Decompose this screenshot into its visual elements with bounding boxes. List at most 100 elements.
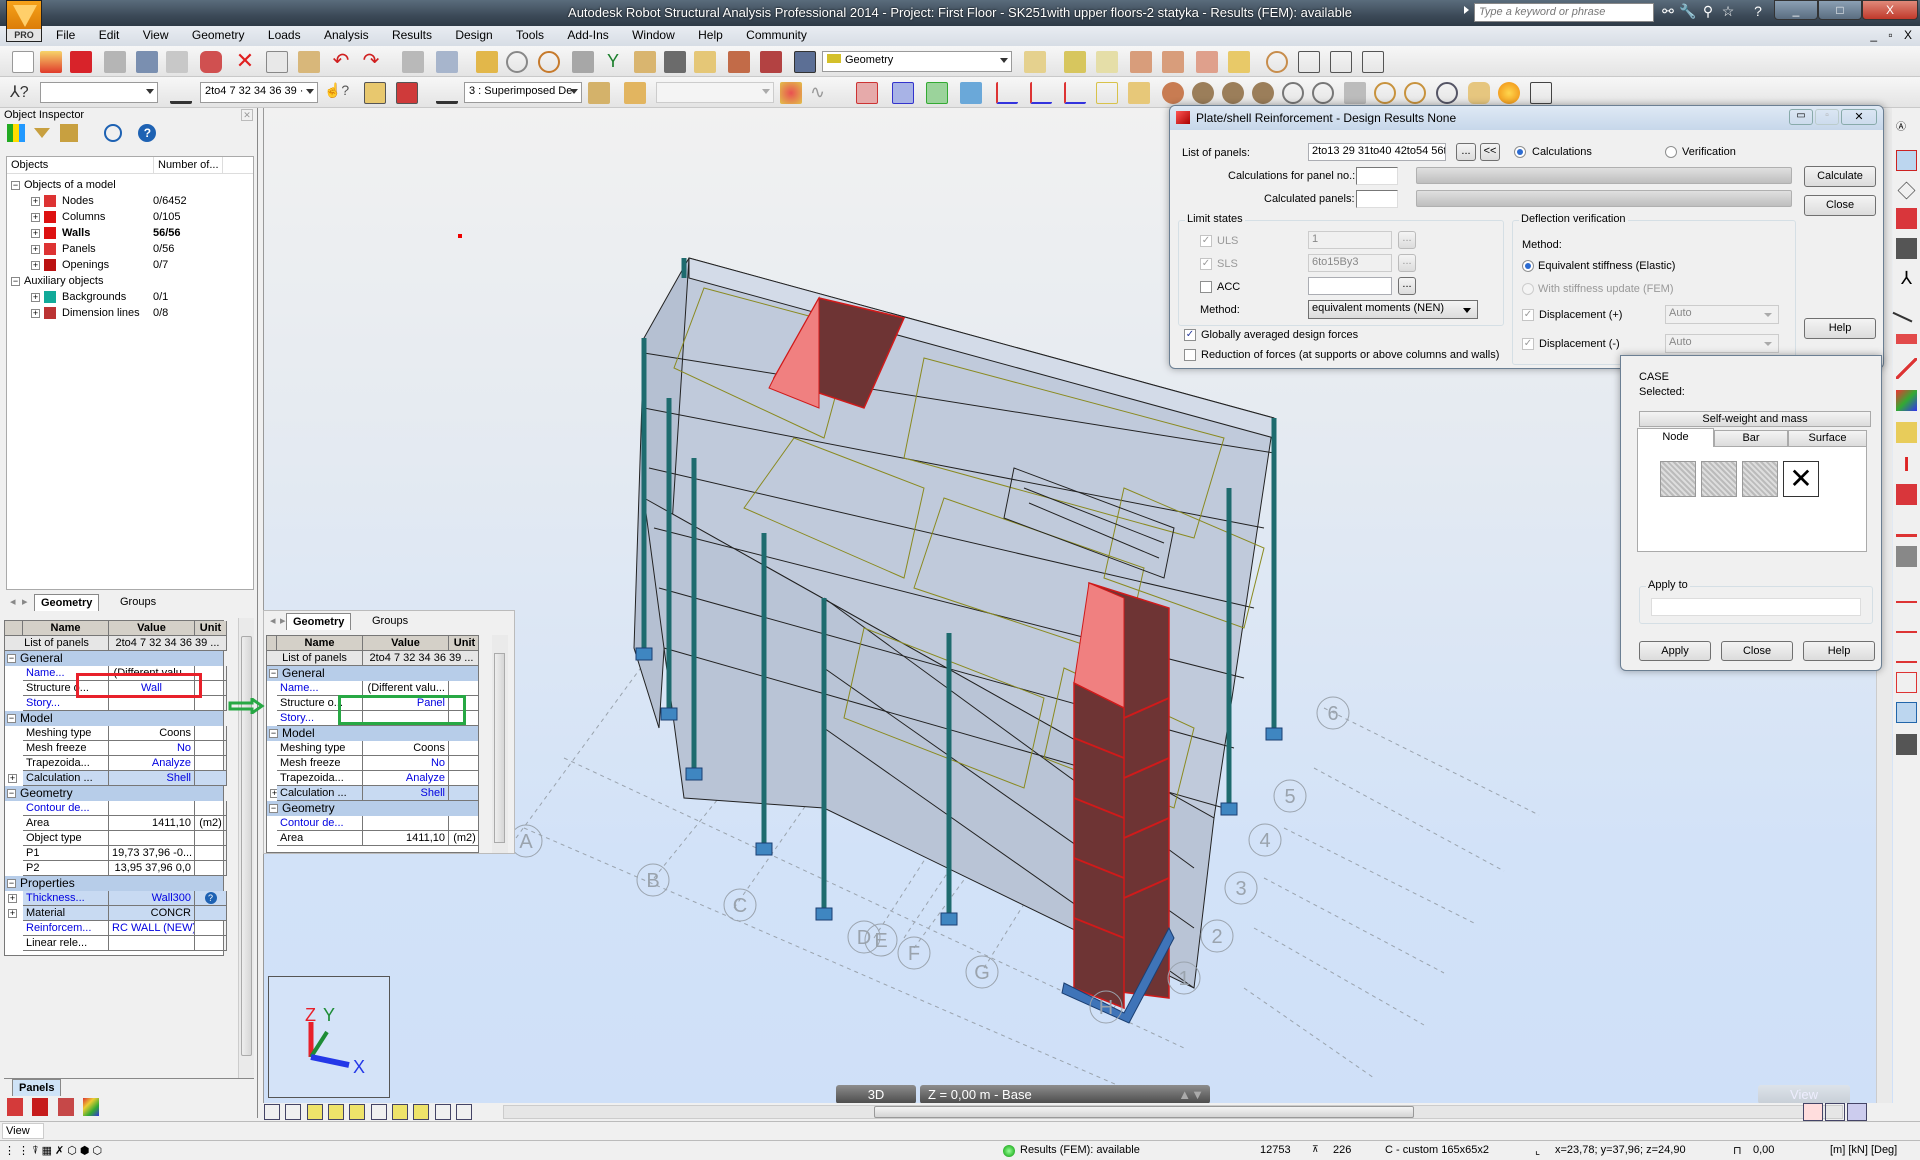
level-arrows-icon[interactable]: ▲▼ <box>1178 1085 1204 1104</box>
reduction-of-forces-checkbox[interactable] <box>1184 349 1196 361</box>
supports-icon[interactable] <box>328 1104 345 1120</box>
maximize-window-button[interactable]: □ <box>1818 0 1862 20</box>
support-icon[interactable] <box>1896 516 1917 537</box>
displacement-plus-checkbox[interactable]: ✓ <box>1522 309 1534 321</box>
lock-icon[interactable] <box>476 51 498 73</box>
property-value[interactable]: 1411,10 <box>109 816 195 831</box>
grid-category[interactable]: − Model <box>5 711 223 726</box>
property-value[interactable]: 1411,10 <box>363 831 449 846</box>
property-value[interactable]: Analyze <box>363 771 449 786</box>
grid-row[interactable]: Reinforcem... RC WALL (NEW) <box>5 921 227 936</box>
mesh-delete-icon[interactable] <box>1096 51 1118 73</box>
property-value[interactable]: 2to4 7 32 34 36 39 ... <box>363 651 478 666</box>
displacement-minus-select[interactable]: Auto <box>1665 334 1779 353</box>
menu-loads[interactable]: Loads <box>258 26 311 45</box>
section-profile-icon[interactable]: I <box>1896 454 1917 476</box>
grid-row[interactable]: Mesh freeze No <box>267 756 478 771</box>
collapse-icon[interactable]: − <box>269 669 278 679</box>
mesh-clear-icon[interactable] <box>1228 51 1250 73</box>
rotate-plane-icon[interactable] <box>1128 82 1150 104</box>
sls-field[interactable]: 6to15By3 <box>1308 254 1392 272</box>
attributes-icon[interactable]: ⍒ <box>32 1145 42 1157</box>
grid-category[interactable]: − Model <box>267 726 478 741</box>
help-button[interactable]: Help <box>1804 318 1876 339</box>
structure-icon[interactable] <box>664 51 686 73</box>
grid-category[interactable]: − Geometry <box>267 801 478 816</box>
bar-numbers-icon[interactable] <box>285 1104 302 1120</box>
tree-item-backgrounds[interactable]: + Backgrounds <box>31 289 126 305</box>
nodal-mass-icon[interactable] <box>1742 461 1778 497</box>
tools-icon[interactable] <box>760 51 782 73</box>
displacement-minus-checkbox[interactable]: ✓ <box>1522 338 1534 350</box>
grid-row[interactable]: Story... <box>5 696 227 711</box>
material-icon[interactable] <box>1896 484 1917 505</box>
apply-to-input[interactable] <box>1651 598 1861 616</box>
expand-icon[interactable]: + <box>31 244 40 254</box>
grid-row[interactable]: Meshing type Coons <box>5 726 227 741</box>
scrollbar-thumb[interactable] <box>494 653 505 843</box>
grid-row[interactable]: + Calculation ... Shell <box>5 771 227 786</box>
save-icon[interactable] <box>70 51 92 73</box>
menu-geometry[interactable]: Geometry <box>182 26 255 45</box>
preview-icon[interactable] <box>166 51 188 73</box>
mesh-icon[interactable] <box>1064 51 1086 73</box>
level-selector[interactable]: Z = 0,00 m - Base ▲▼ <box>920 1085 1210 1104</box>
delete-icon[interactable]: ✕ <box>234 50 256 73</box>
cancel-selection-icon[interactable]: ✗ <box>55 1145 67 1157</box>
load-wizard-icon[interactable] <box>1896 642 1917 663</box>
property-value[interactable] <box>109 936 195 951</box>
help-icon[interactable]: ? <box>138 124 157 142</box>
new-file-icon[interactable] <box>12 51 34 73</box>
grid-row[interactable]: Area 1411,10 (m2) <box>267 831 478 846</box>
bar-tool-icon[interactable] <box>1892 294 1920 323</box>
property-value[interactable]: CONCR <box>109 906 195 921</box>
stiffness-update-radio[interactable] <box>1522 283 1534 295</box>
tree-item-nodes[interactable]: + Nodes <box>31 193 94 209</box>
collapse-icon[interactable]: − <box>7 879 16 889</box>
self-weight-and-mass-button[interactable]: Self-weight and mass <box>1639 411 1871 427</box>
layouts-icon[interactable] <box>794 51 816 73</box>
close-icon[interactable]: ✕ <box>241 109 253 121</box>
foundation-icon[interactable] <box>1896 422 1917 443</box>
tab-groups[interactable]: Groups <box>114 594 162 611</box>
target-icon[interactable] <box>1266 51 1288 73</box>
rotate-x-icon[interactable] <box>1192 82 1214 104</box>
node-selection-select[interactable] <box>40 82 158 103</box>
panels-icon[interactable] <box>349 1104 366 1120</box>
rotate-y-icon[interactable] <box>1222 82 1244 104</box>
delete-load-icon[interactable]: ✕ <box>1783 461 1819 497</box>
grid-row[interactable]: Name... (Different valu... <box>267 681 478 696</box>
join-icon[interactable] <box>1330 51 1352 73</box>
expand-icon[interactable]: + <box>31 260 40 270</box>
property-value[interactable]: 13,95 37,96 0,0 <box>109 861 195 876</box>
tab-node[interactable]: Node <box>1637 428 1714 447</box>
menu-window[interactable]: Window <box>622 26 685 45</box>
units-display[interactable]: [m] [kN] [Deg] <box>1830 1144 1897 1156</box>
menu-design[interactable]: Design <box>445 26 502 45</box>
divide-icon[interactable] <box>1362 51 1384 73</box>
grid-row[interactable]: Mesh freeze No <box>5 741 227 756</box>
grid-category[interactable]: − Properties <box>5 876 223 891</box>
grid-row[interactable]: Contour de... <box>267 816 478 831</box>
collapse-icon[interactable]: − <box>7 789 16 799</box>
tree-view-icon[interactable] <box>7 1098 23 1116</box>
grid-category[interactable]: − General <box>267 666 478 681</box>
release-icon[interactable] <box>1896 546 1917 567</box>
mode-select[interactable] <box>656 82 774 103</box>
property-value[interactable]: Coons <box>109 726 195 741</box>
nodal-force-icon[interactable] <box>1660 461 1696 497</box>
search-expand-icon[interactable] <box>1464 6 1469 14</box>
scrollbar-thumb[interactable] <box>874 1106 1414 1118</box>
displacement-plus-select[interactable]: Auto <box>1665 305 1779 324</box>
node-numbers-icon[interactable] <box>264 1104 280 1120</box>
uls-checkbox[interactable]: ✓ <box>1200 235 1212 247</box>
deformation-display-icon[interactable] <box>1825 1103 1845 1121</box>
help-icon[interactable]: ? <box>204 892 217 904</box>
floating-grid-scrollbar[interactable] <box>492 635 508 853</box>
close-window-button[interactable]: X <box>1862 0 1918 20</box>
tab-groups[interactable]: Groups <box>366 613 414 630</box>
screen-capture-icon[interactable] <box>200 51 222 73</box>
mode-icon[interactable] <box>624 82 646 104</box>
collapse-icon[interactable]: − <box>269 729 278 739</box>
display-windows-icon[interactable] <box>1530 82 1552 104</box>
